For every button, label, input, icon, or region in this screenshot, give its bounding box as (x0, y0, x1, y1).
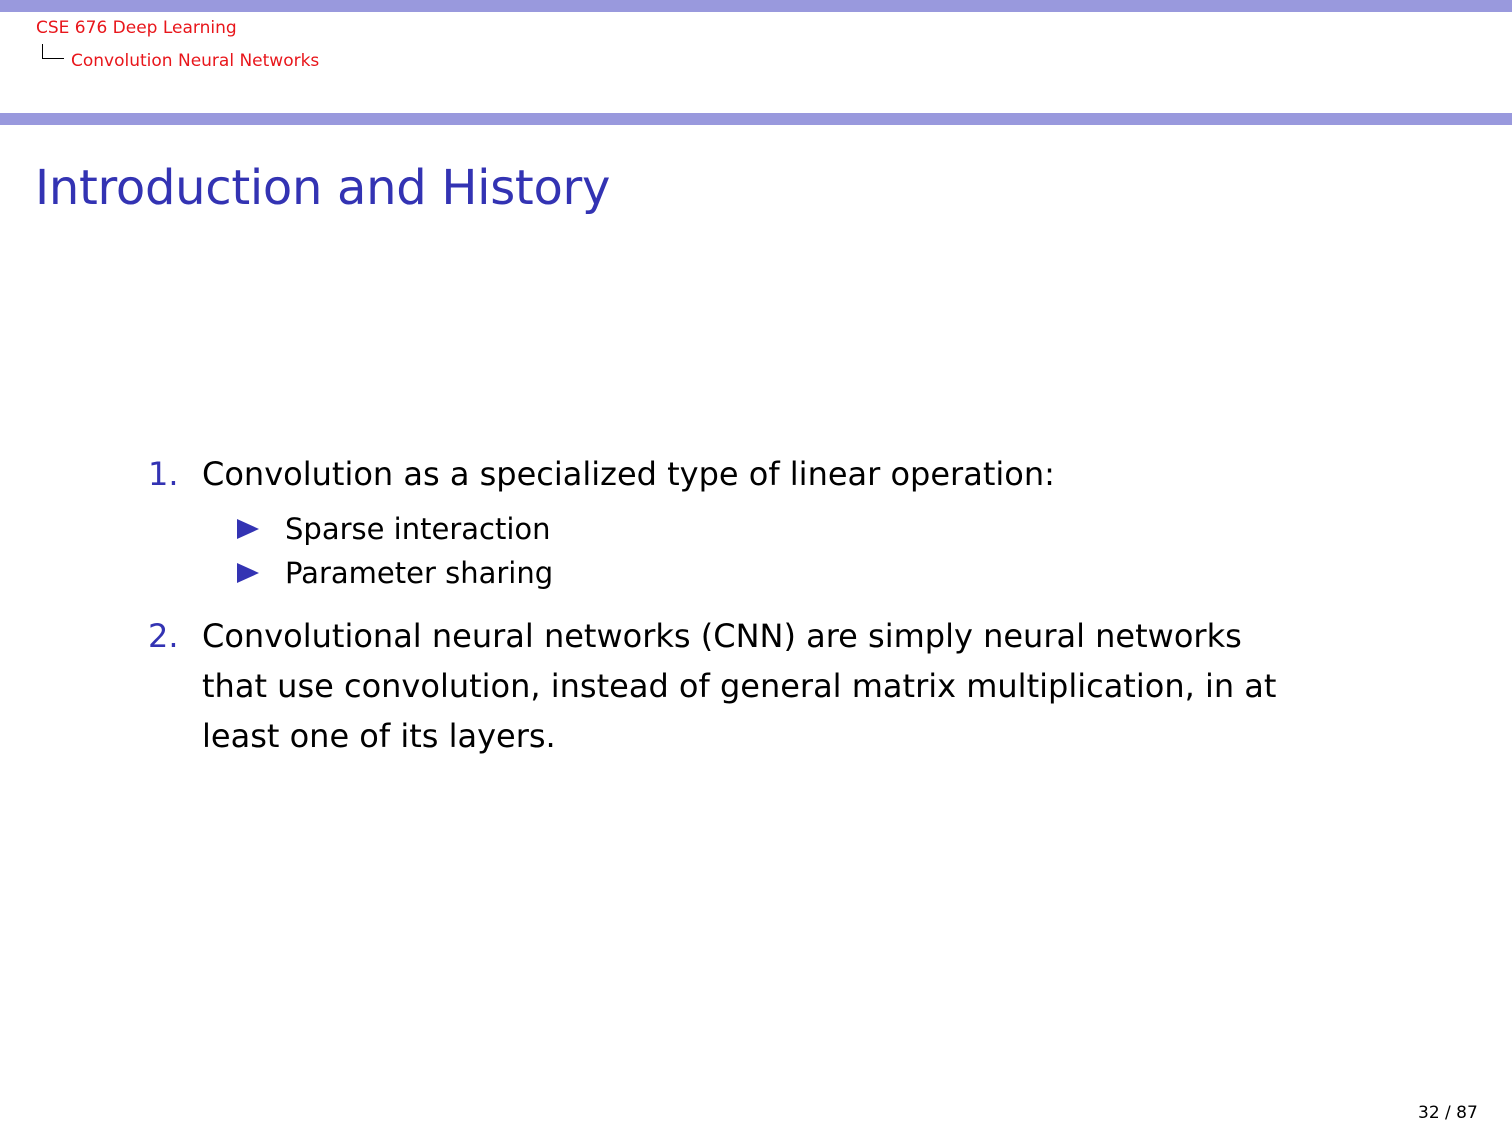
course-title[interactable]: CSE 676 Deep Learning (36, 18, 237, 38)
slide: CSE 676 Deep Learning Convolution Neural… (0, 0, 1512, 1134)
list-item-2-line-2: that use convolution, instead of general… (202, 667, 1277, 705)
breadcrumb-connector (42, 44, 64, 59)
page-number: 32 / 87 (1418, 1103, 1478, 1123)
list-item-2-line-3: least one of its layers. (202, 717, 556, 755)
list-number-1: 1. (148, 455, 179, 493)
triangle-right-icon (237, 519, 259, 539)
sub-item-parameter-sharing: Parameter sharing (285, 556, 554, 590)
header-bar (0, 113, 1512, 125)
slide-title: Introduction and History (35, 160, 611, 216)
triangle-right-icon (237, 563, 259, 583)
list-number-2: 2. (148, 617, 179, 655)
section-title[interactable]: Convolution Neural Networks (71, 51, 319, 71)
list-item-2-line-1: Convolutional neural networks (CNN) are … (202, 617, 1242, 655)
sub-item-sparse-interaction: Sparse interaction (285, 512, 551, 546)
top-bar (0, 0, 1512, 12)
list-item-1-text: Convolution as a specialized type of lin… (202, 455, 1055, 493)
